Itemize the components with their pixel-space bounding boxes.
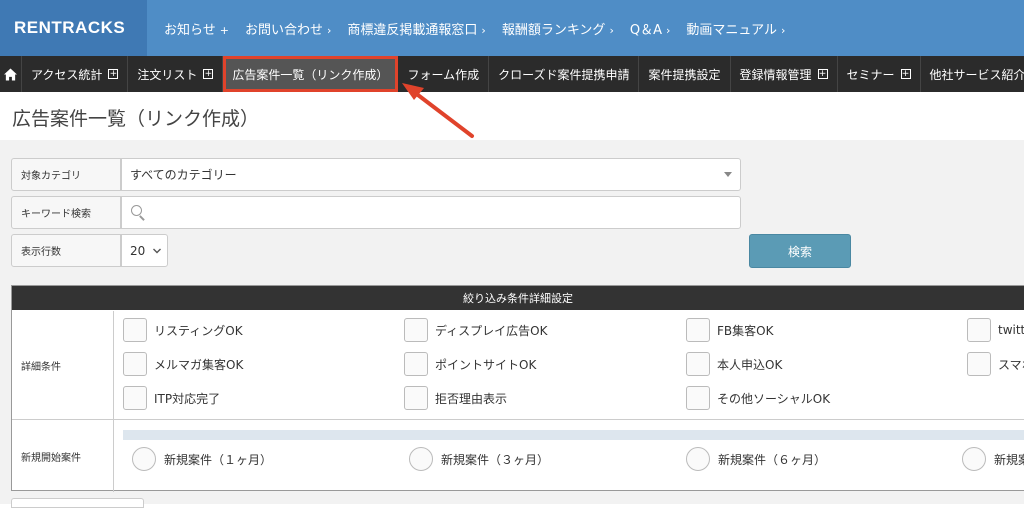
brand-logo[interactable]: RENTRACKS — [0, 0, 147, 56]
nav-order-list[interactable]: 注文リスト + — [128, 56, 224, 92]
nav-other-services[interactable]: 他社サービス紹介 — [921, 56, 1024, 92]
top-header: RENTRACKS お知らせ + お問い合わせ › 商標違反掲載通報窓口 › 報酬額ラ… — [0, 0, 1024, 56]
radio-new-3m[interactable]: 新規案件（３ヶ月） — [409, 447, 549, 471]
expand-icon: + — [900, 69, 911, 79]
nav-home[interactable] — [0, 56, 22, 92]
search-button[interactable]: 検索 — [749, 234, 851, 268]
expand-icon: + — [203, 69, 214, 79]
radio-new-1m[interactable]: 新規案件（１ヶ月） — [132, 447, 272, 471]
checkbox-other-social[interactable]: その他ソーシャルOK — [686, 386, 830, 410]
checkbox-smartphone[interactable]: スマホ — [967, 352, 1024, 376]
bottom-control[interactable] — [11, 498, 144, 508]
rows-select[interactable]: 20 — [121, 234, 168, 267]
nav-registration[interactable]: 登録情報管理 + — [731, 56, 838, 92]
radio-group-bar — [123, 430, 1024, 440]
top-link-ranking[interactable]: 報酬額ランキング › — [502, 19, 614, 38]
chevron-down-icon — [153, 248, 161, 254]
checkbox-mailmag[interactable]: メルマガ集客OK — [123, 352, 243, 376]
top-link-news[interactable]: お知らせ + — [164, 19, 229, 38]
top-link-contact[interactable]: お問い合わせ › — [245, 19, 331, 38]
checkbox-self-apply[interactable]: 本人申込OK — [686, 352, 782, 376]
row-divider — [12, 419, 1024, 420]
expand-icon: + — [108, 69, 119, 79]
top-link-trademark-report[interactable]: 商標違反掲載通報窓口 › — [347, 19, 485, 38]
checkbox-display-ad[interactable]: ディスプレイ広告OK — [404, 318, 547, 342]
radio-new-6m[interactable]: 新規案件（６ヶ月） — [686, 447, 826, 471]
category-select[interactable]: すべてのカテゴリー — [121, 158, 741, 191]
rows-label: 表示行数 — [11, 234, 121, 267]
expand-icon: + — [817, 69, 828, 79]
nav-closed-apply[interactable]: クローズド案件提携申請 — [489, 56, 640, 92]
checkbox-point-site[interactable]: ポイントサイトOK — [404, 352, 536, 376]
nav-seminar[interactable]: セミナー + — [838, 56, 921, 92]
top-links: お知らせ + お問い合わせ › 商標違反掲載通報窓口 › 報酬額ランキング › Q＆A ›… — [147, 0, 801, 56]
filter-panel: 絞り込み条件詳細設定 詳細条件 新規開始案件 リスティングOK ディスプレイ広告… — [11, 285, 1024, 492]
keyword-input[interactable] — [121, 196, 741, 229]
filter-panel-title: 絞り込み条件詳細設定 — [12, 286, 1024, 310]
keyword-label: キーワード検索 — [11, 196, 121, 229]
nav-form-create[interactable]: フォーム作成 — [398, 56, 490, 92]
checkbox-reject-reason[interactable]: 拒否理由表示 — [404, 386, 507, 410]
home-icon — [4, 67, 17, 81]
radio-new-other[interactable]: 新規案 — [962, 447, 1024, 471]
checkbox-itp[interactable]: ITP対応完了 — [123, 386, 220, 410]
checkbox-listing[interactable]: リスティングOK — [123, 318, 243, 342]
top-link-qa[interactable]: Q＆A › — [630, 19, 671, 38]
nav-access-stats[interactable]: アクセス統計 + — [22, 56, 129, 92]
top-link-video-manual[interactable]: 動画マニュアル › — [686, 19, 785, 38]
page-title: 広告案件一覧（リンク作成） — [12, 108, 260, 130]
main-nav: アクセス統計 + 注文リスト + 広告案件一覧（リンク作成） フォーム作成 クローズ… — [0, 56, 1024, 92]
nav-partnership-settings[interactable]: 案件提携設定 — [639, 56, 731, 92]
category-label: 対象カテゴリ — [11, 158, 121, 191]
checkbox-fb[interactable]: FB集客OK — [686, 318, 773, 342]
new-campaign-label: 新規開始案件 — [12, 420, 114, 492]
chevron-down-icon — [724, 172, 732, 177]
search-icon — [130, 204, 146, 221]
checkbox-twitter[interactable]: twitt — [967, 318, 1024, 342]
nav-ad-list[interactable]: 広告案件一覧（リンク作成） — [223, 56, 399, 92]
detail-conditions-label: 詳細条件 — [12, 311, 114, 419]
